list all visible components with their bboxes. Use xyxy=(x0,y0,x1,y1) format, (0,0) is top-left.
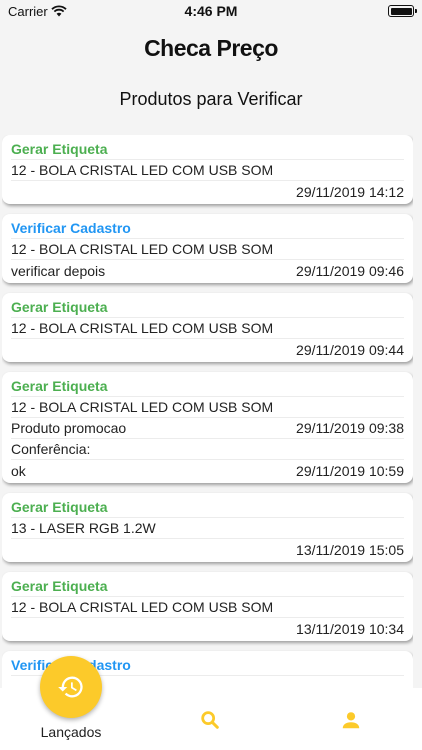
card-title: Gerar Etiqueta xyxy=(11,139,404,160)
app-title: Checa Preço xyxy=(144,35,278,61)
card-product: 12 - BOLA CRISTAL LED COM USB SOM xyxy=(11,239,404,260)
product-card[interactable]: Gerar Etiqueta 13 - LASER RGB 1.2W 13/11… xyxy=(2,493,413,562)
user-icon xyxy=(342,712,360,729)
status-time: 4:46 PM xyxy=(184,3,238,19)
conference-label: Conferência: xyxy=(11,441,91,457)
tab-launched-button[interactable] xyxy=(40,656,102,718)
card-product: 13 - LASER RGB 1.2W xyxy=(11,518,404,539)
card-title: Gerar Etiqueta xyxy=(11,297,404,318)
product-card[interactable]: Gerar Etiqueta 12 - BOLA CRISTAL LED COM… xyxy=(2,372,413,483)
card-date: 29/11/2019 09:38 xyxy=(296,420,404,436)
search-icon xyxy=(201,711,219,729)
product-list[interactable]: Gerar Etiqueta 12 - BOLA CRISTAL LED COM… xyxy=(2,135,413,688)
card-date: 29/11/2019 14:12 xyxy=(296,183,404,200)
tab-launched-label[interactable]: Lançados xyxy=(30,724,112,740)
product-name: 12 - BOLA CRISTAL LED COM USB SOM xyxy=(11,241,274,257)
product-card[interactable]: Gerar Etiqueta 12 - BOLA CRISTAL LED COM… xyxy=(2,135,413,204)
history-icon xyxy=(58,676,83,698)
product-name: 12 - BOLA CRISTAL LED COM USB SOM xyxy=(11,320,274,336)
conference-note: ok xyxy=(11,462,26,479)
battery-icon xyxy=(388,5,417,17)
card-product: 12 - BOLA CRISTAL LED COM USB SOM xyxy=(11,160,404,181)
product-card[interactable]: Verificar Cadastro 12 - BOLA CRISTAL LED… xyxy=(2,214,413,283)
card-title: Gerar Etiqueta xyxy=(11,576,404,597)
product-card[interactable]: Gerar Etiqueta 12 - BOLA CRISTAL LED COM… xyxy=(2,572,413,641)
product-name: 12 - BOLA CRISTAL LED COM USB SOM xyxy=(11,399,274,415)
product-name: 12 - BOLA CRISTAL LED COM USB SOM xyxy=(11,599,274,615)
card-title: Gerar Etiqueta xyxy=(11,497,404,518)
card-date: 29/11/2019 09:44 xyxy=(296,341,404,358)
card-product: 12 - BOLA CRISTAL LED COM USB SOM xyxy=(11,397,404,418)
card-title: Verificar Cadastro xyxy=(11,218,404,239)
product-card[interactable]: Gerar Etiqueta 12 - BOLA CRISTAL LED COM… xyxy=(2,293,413,362)
card-product: 12 - BOLA CRISTAL LED COM USB SOM xyxy=(11,597,404,618)
card-note: verificar depois xyxy=(11,262,106,279)
conference-date: 29/11/2019 10:59 xyxy=(296,462,404,479)
card-date: 29/11/2019 09:46 xyxy=(296,262,404,279)
tab-profile[interactable] xyxy=(338,707,364,733)
page-subtitle: Produtos para Verificar xyxy=(119,89,303,109)
card-title: Gerar Etiqueta xyxy=(11,376,404,397)
card-date: 13/11/2019 10:34 xyxy=(296,620,404,637)
product-name: 13 - LASER RGB 1.2W xyxy=(11,520,156,536)
status-bar: Carrier 4:46 PM xyxy=(0,0,422,22)
tab-search[interactable] xyxy=(197,707,223,733)
product-name: 12 - BOLA CRISTAL LED COM USB SOM xyxy=(11,162,274,178)
card-note: Produto promocao xyxy=(11,420,127,436)
card-product: 12 - BOLA CRISTAL LED COM USB SOM xyxy=(11,318,404,339)
card-date: 13/11/2019 15:05 xyxy=(296,541,404,558)
